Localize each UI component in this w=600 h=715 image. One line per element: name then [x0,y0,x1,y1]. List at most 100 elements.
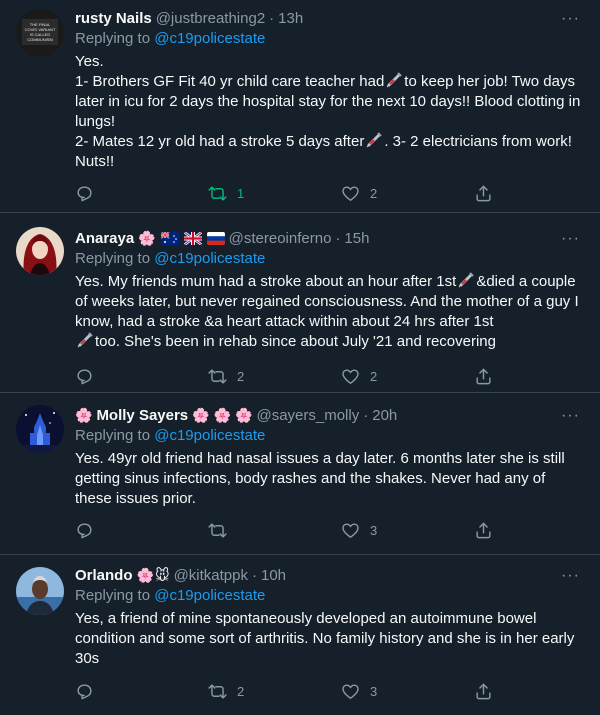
avatar[interactable] [16,405,64,453]
syringe-icon [77,332,93,348]
retweet-icon [208,185,227,201]
like-button[interactable]: 3 [341,520,474,540]
user-handle[interactable]: @stereoinferno [229,230,332,247]
share-icon [476,184,491,201]
tweet-actions: 2 2 [75,366,515,386]
like-button[interactable]: 2 [341,183,474,203]
like-button[interactable]: 3 [341,681,474,701]
reply-button[interactable] [75,520,208,540]
more-options-icon[interactable]: ··· [561,407,580,425]
tweet-header: Anaraya 🌸 @stereoinferno · 15h ··· [75,228,586,248]
syringe-icon [458,272,475,288]
avatar[interactable] [16,227,64,275]
cherry-blossom-icon: 🌸 [192,407,210,423]
like-count: 3 [370,683,378,699]
user-handle[interactable]: @kitkatppk [174,567,248,584]
replying-to-label: Replying to [75,427,151,444]
share-button[interactable] [474,681,514,701]
avatar[interactable]: THE FINAL COVID VARIANT IS CALLED COMMUN… [16,9,64,57]
retweet-count: 2 [237,683,245,699]
tweet-actions: 2 3 [75,681,515,701]
mouse-face-icon: 🐭 [154,567,170,583]
tweet-header: Orlando 🌸 🐭 @kitkatppk · 10h ··· [75,565,586,585]
tweet-text: Yes. 1- Brothers GF Fit 40 yr child care… [75,52,586,172]
retweet-icon [208,683,227,699]
timestamp[interactable]: 20h [372,407,397,424]
user-handle[interactable]: @sayers_molly [256,407,359,424]
cherry-blossom-icon: 🌸 [213,407,232,423]
avatar[interactable] [16,567,64,615]
timestamp[interactable]: 10h [261,567,286,584]
tweet-text: Yes, a friend of mine spontaneously deve… [75,610,575,667]
tweet-text-part: Yes. 1- Brothers GF Fit 40 yr child care… [75,53,385,90]
heart-icon [342,522,359,538]
reply-icon [77,368,92,384]
retweet-button[interactable]: 1 [208,183,341,203]
share-icon [476,521,491,538]
tweet-text: Yes. My friends mum had a stroke about a… [75,272,586,352]
cherry-blossom-icon: 🌸 [75,407,93,423]
replying-to-mention[interactable]: @c19policestate [154,427,265,444]
reply-button[interactable] [75,183,208,203]
replying-to-label: Replying to [75,30,151,47]
syringe-icon [366,132,383,148]
more-options-icon[interactable]: ··· [561,10,580,28]
share-button[interactable] [474,520,514,540]
heart-icon [342,185,359,201]
retweet-icon [208,522,227,538]
replying-to: Replying to @c19policestate [75,250,586,270]
retweet-button[interactable] [208,520,341,540]
tweet[interactable]: Anaraya 🌸 @stereoinferno · 15h ··· Reply… [0,213,600,393]
share-icon [476,367,491,384]
share-button[interactable] [474,366,514,386]
tweet-header: 🌸 Molly Sayers 🌸 🌸 🌸 @sayers_molly · 20h… [75,405,586,425]
tweet-text: Yes. 49yr old friend had nasal issues a … [75,450,565,507]
retweet-button[interactable]: 2 [208,366,341,386]
like-count: 3 [370,522,378,538]
separator-dot: · [363,406,369,424]
replying-to-label: Replying to [75,250,151,267]
share-icon [476,682,491,699]
like-button[interactable]: 2 [341,366,474,386]
like-count: 2 [370,368,378,384]
tweet[interactable]: 🌸 Molly Sayers 🌸 🌸 🌸 @sayers_molly · 20h… [0,393,600,555]
reply-button[interactable] [75,366,208,386]
separator-dot: · [269,9,275,27]
replying-to-mention[interactable]: @c19policestate [154,587,265,604]
avatar-image: THE FINAL COVID VARIANT IS CALLED COMMUN… [16,9,64,57]
tweet-header: rusty Nails @justbreathing2 · 13h ··· [75,8,586,28]
separator-dot: · [251,566,257,584]
tweet[interactable]: THE FINAL COVID VARIANT IS CALLED COMMUN… [0,0,600,213]
tweet-text-part: too. She's been in rehab since about Jul… [95,333,496,350]
heart-icon [342,683,359,699]
user-handle[interactable]: @justbreathing2 [156,10,265,27]
tweet-text-part: Yes. My friends mum had a stroke about a… [75,273,457,290]
like-count: 2 [370,185,378,201]
timestamp[interactable]: 13h [278,10,303,27]
tweet-actions: 3 [75,520,515,540]
reply-icon [77,185,92,201]
reply-icon [77,683,92,699]
retweet-icon [208,368,227,384]
retweet-button[interactable]: 2 [208,681,341,701]
display-name[interactable]: Anaraya [75,230,134,247]
heart-icon [342,368,359,384]
reply-button[interactable] [75,681,208,701]
separator-dot: · [335,229,341,247]
timestamp[interactable]: 15h [344,230,369,247]
more-options-icon[interactable]: ··· [561,567,580,585]
display-name[interactable]: rusty Nails [75,10,152,27]
replying-to-mention[interactable]: @c19policestate [154,30,265,47]
tweet-actions: 1 2 [75,183,515,203]
cherry-blossom-icon: 🌸 [235,407,253,423]
display-name[interactable]: Orlando [75,567,133,584]
syringe-icon [386,72,403,88]
tweet[interactable]: Orlando 🌸 🐭 @kitkatppk · 10h ··· Replyin… [0,555,600,715]
uk-flag-icon [183,231,202,245]
display-name[interactable]: Molly Sayers [96,407,188,424]
replying-to: Replying to @c19policestate [75,427,586,447]
share-button[interactable] [474,183,514,203]
replying-to-mention[interactable]: @c19policestate [154,250,265,267]
avatar-image [16,567,64,615]
more-options-icon[interactable]: ··· [561,230,580,248]
